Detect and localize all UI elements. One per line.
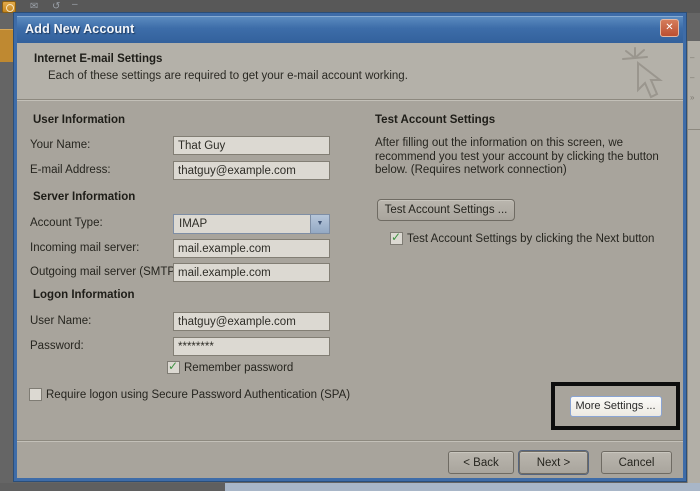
- next-button[interactable]: Next >: [519, 451, 588, 474]
- auto-test-label: Test Account Settings by clicking the Ne…: [407, 233, 654, 245]
- incoming-server-label: Incoming mail server:: [30, 242, 139, 254]
- account-type-value: IMAP: [179, 218, 207, 230]
- test-description: After filling out the information on thi…: [375, 137, 677, 178]
- page-title: Internet E-mail Settings: [34, 53, 162, 65]
- footer-divider: [17, 440, 683, 441]
- account-type-label: Account Type:: [30, 217, 103, 229]
- background-statusbar: [225, 483, 700, 491]
- page-subtitle: Each of these settings are required to g…: [48, 70, 408, 82]
- more-settings-button[interactable]: More Settings ...: [570, 396, 662, 417]
- ribbon-divider: [688, 129, 700, 130]
- spa-checkbox[interactable]: [29, 388, 42, 401]
- more-settings-highlight-box: More Settings ...: [551, 382, 680, 430]
- user-name-label: User Name:: [30, 315, 91, 327]
- close-icon: ✕: [665, 22, 673, 33]
- wizard-header: Internet E-mail Settings Each of these s…: [17, 43, 683, 100]
- incoming-server-field[interactable]: [173, 239, 330, 258]
- dialog-title: Add New Account: [25, 22, 134, 36]
- user-name-field[interactable]: [173, 312, 330, 331]
- outgoing-server-field[interactable]: [173, 263, 330, 282]
- account-type-select[interactable]: IMAP ▼: [173, 214, 330, 234]
- check-icon: ✓: [168, 359, 178, 373]
- outgoing-server-label: Outgoing mail server (SMTP):: [30, 266, 182, 278]
- click-cursor-graphic: [621, 46, 679, 108]
- ribbon-chevron-icon: »: [690, 93, 694, 102]
- your-name-field[interactable]: [173, 136, 330, 155]
- section-logon-information: Logon Information: [33, 289, 135, 301]
- send-receive-icon: ✉: [30, 1, 38, 12]
- ribbon-dash-icon: –: [690, 53, 694, 62]
- background-file-tab: [0, 29, 13, 62]
- check-icon: ✓: [391, 230, 401, 244]
- background-ribbon-strip: – – »: [687, 41, 700, 483]
- screen: { "window": { "title": "Add New Account"…: [0, 0, 700, 491]
- dialog-content: Internet E-mail Settings Each of these s…: [17, 43, 683, 478]
- add-new-account-dialog: Add New Account ✕ Internet E-mail Settin…: [14, 13, 686, 481]
- back-button[interactable]: < Back: [448, 451, 514, 474]
- password-label: Password:: [30, 340, 84, 352]
- chevron-down-icon[interactable]: ▼: [310, 215, 329, 233]
- background-toolbar: ✉ ↺ –: [0, 0, 700, 13]
- minimize-dash-icon: –: [72, 0, 78, 10]
- section-test-account-settings: Test Account Settings: [375, 114, 495, 126]
- cancel-button[interactable]: Cancel: [601, 451, 672, 474]
- remember-password-label: Remember password: [184, 362, 293, 374]
- test-account-settings-button[interactable]: Test Account Settings ...: [377, 199, 515, 221]
- email-address-label: E-mail Address:: [30, 164, 111, 176]
- outlook-app-icon: [2, 1, 16, 13]
- background-statusbar-left: [0, 483, 225, 491]
- section-server-information: Server Information: [33, 191, 135, 203]
- your-name-label: Your Name:: [30, 139, 90, 151]
- dialog-titlebar[interactable]: Add New Account ✕: [17, 16, 683, 43]
- section-user-information: User Information: [33, 114, 125, 126]
- remember-password-checkbox[interactable]: ✓: [167, 361, 180, 374]
- auto-test-checkbox[interactable]: ✓: [390, 232, 403, 245]
- close-button[interactable]: ✕: [660, 19, 679, 37]
- undo-icon: ↺: [52, 1, 60, 12]
- spa-label: Require logon using Secure Password Auth…: [46, 389, 350, 401]
- email-address-field[interactable]: [173, 161, 330, 180]
- password-field[interactable]: [173, 337, 330, 356]
- ribbon-dash-icon: –: [690, 73, 694, 82]
